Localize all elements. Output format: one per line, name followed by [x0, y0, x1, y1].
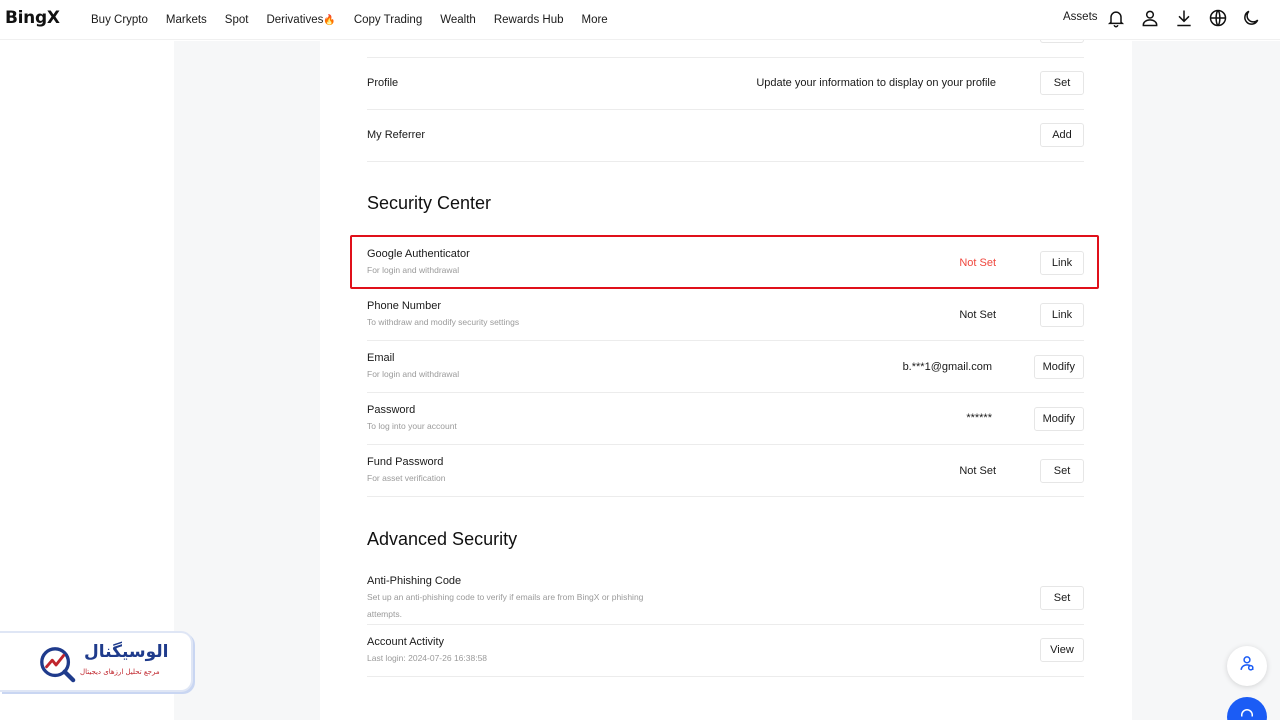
- right-gray-panel: [1132, 41, 1280, 720]
- password-row: Password To log into your account ******…: [367, 393, 1084, 445]
- bingx-logo[interactable]: BingX: [5, 8, 60, 28]
- row-subtitle: Last login: 2024-07-26 16:38:58: [367, 653, 488, 663]
- row-status: Not Set: [959, 257, 996, 269]
- top-navbar: BingX Buy Crypto Markets Spot Derivative…: [0, 0, 1280, 40]
- fund-password-row: Fund Password For asset verification Not…: [367, 445, 1084, 497]
- user-icon[interactable]: [1140, 8, 1160, 28]
- account-activity-row: Account Activity Last login: 2024-07-26 …: [367, 625, 1084, 677]
- row-subtitle-continued: attempts.: [367, 609, 402, 619]
- row-subtitle: For login and withdrawal: [367, 265, 460, 275]
- fire-icon: 🔥: [323, 15, 336, 26]
- row-title: Phone Number: [367, 300, 441, 312]
- nav-derivatives[interactable]: Derivatives🔥: [266, 14, 335, 26]
- password-modify-button[interactable]: Modify: [1033, 407, 1084, 431]
- row-status: Update your information to display on yo…: [756, 77, 996, 89]
- row-title: Password: [367, 404, 416, 416]
- email-modify-button[interactable]: Modify: [1033, 355, 1084, 379]
- nav-rewards-hub[interactable]: Rewards Hub: [494, 14, 564, 26]
- row-title: My Referrer: [367, 129, 426, 141]
- row-title: Google Authenticator: [367, 248, 470, 260]
- assets-link[interactable]: Assets: [1063, 11, 1098, 23]
- profile-set-button[interactable]: Set: [1040, 71, 1084, 95]
- my-referrer-row: My Referrer Add: [367, 110, 1084, 162]
- google-authenticator-row: Google Authenticator For login and withd…: [367, 237, 1084, 289]
- users-link-icon: [1237, 654, 1257, 679]
- nav-markets[interactable]: Markets: [166, 14, 207, 26]
- advanced-security-heading: Advanced Security: [367, 529, 518, 549]
- email-row: Email For login and withdrawal b.***1@gm…: [367, 341, 1084, 393]
- globe-icon[interactable]: [1208, 8, 1228, 28]
- row-status: Not Set: [959, 465, 996, 477]
- google-authenticator-link-button[interactable]: Link: [1040, 251, 1084, 275]
- referral-float-button[interactable]: [1227, 646, 1267, 686]
- row-status: Not Set: [959, 309, 996, 321]
- main-nav: Buy Crypto Markets Spot Derivatives🔥 Cop…: [91, 0, 626, 40]
- nav-copy-trading[interactable]: Copy Trading: [354, 14, 422, 26]
- row-title: Profile: [367, 77, 399, 89]
- row-title: Email: [367, 352, 395, 364]
- fund-password-set-button[interactable]: Set: [1040, 459, 1084, 483]
- referrer-add-button[interactable]: Add: [1040, 123, 1084, 147]
- account-activity-view-button[interactable]: View: [1040, 638, 1084, 662]
- cut-off-row: [367, 29, 1084, 58]
- security-center-heading: Security Center: [367, 193, 492, 213]
- download-icon[interactable]: [1174, 8, 1194, 28]
- watermark-subtitle: مرجع تحلیل ارزهای دیجیتال: [80, 668, 160, 676]
- row-subtitle: To withdraw and modify security settings: [367, 317, 520, 327]
- row-status: ******: [966, 412, 992, 424]
- row-subtitle: For login and withdrawal: [367, 369, 460, 379]
- nav-buy-crypto[interactable]: Buy Crypto: [91, 14, 148, 26]
- anti-phishing-set-button[interactable]: Set: [1040, 586, 1084, 610]
- row-title: Account Activity: [367, 636, 445, 648]
- row-subtitle: For asset verification: [367, 473, 446, 483]
- nav-more[interactable]: More: [581, 14, 607, 26]
- headset-icon: [1238, 706, 1256, 720]
- row-subtitle: To log into your account: [367, 421, 457, 431]
- left-gray-panel: [174, 41, 320, 720]
- moon-icon[interactable]: [1241, 8, 1261, 28]
- nav-wealth[interactable]: Wealth: [440, 14, 476, 26]
- row-title: Anti-Phishing Code: [367, 575, 462, 587]
- phone-number-row: Phone Number To withdraw and modify secu…: [367, 289, 1084, 341]
- phone-link-button[interactable]: Link: [1040, 303, 1084, 327]
- watermark-badge: الوسیگنال مرجع تحلیل ارزهای دیجیتال: [0, 631, 193, 692]
- magnifier-chart-icon: [38, 645, 76, 683]
- profile-row: Profile Update your information to displ…: [367, 58, 1084, 110]
- row-status: b.***1@gmail.com: [902, 361, 992, 373]
- nav-derivatives-label: Derivatives: [266, 14, 324, 26]
- nav-spot[interactable]: Spot: [225, 14, 249, 26]
- bell-icon[interactable]: [1106, 8, 1126, 28]
- anti-phishing-row: Anti-Phishing Code Set up an anti-phishi…: [367, 573, 1084, 625]
- row-title: Fund Password: [367, 456, 444, 468]
- watermark-title: الوسیگنال: [84, 642, 169, 662]
- row-subtitle: Set up an anti-phishing code to verify i…: [367, 592, 644, 602]
